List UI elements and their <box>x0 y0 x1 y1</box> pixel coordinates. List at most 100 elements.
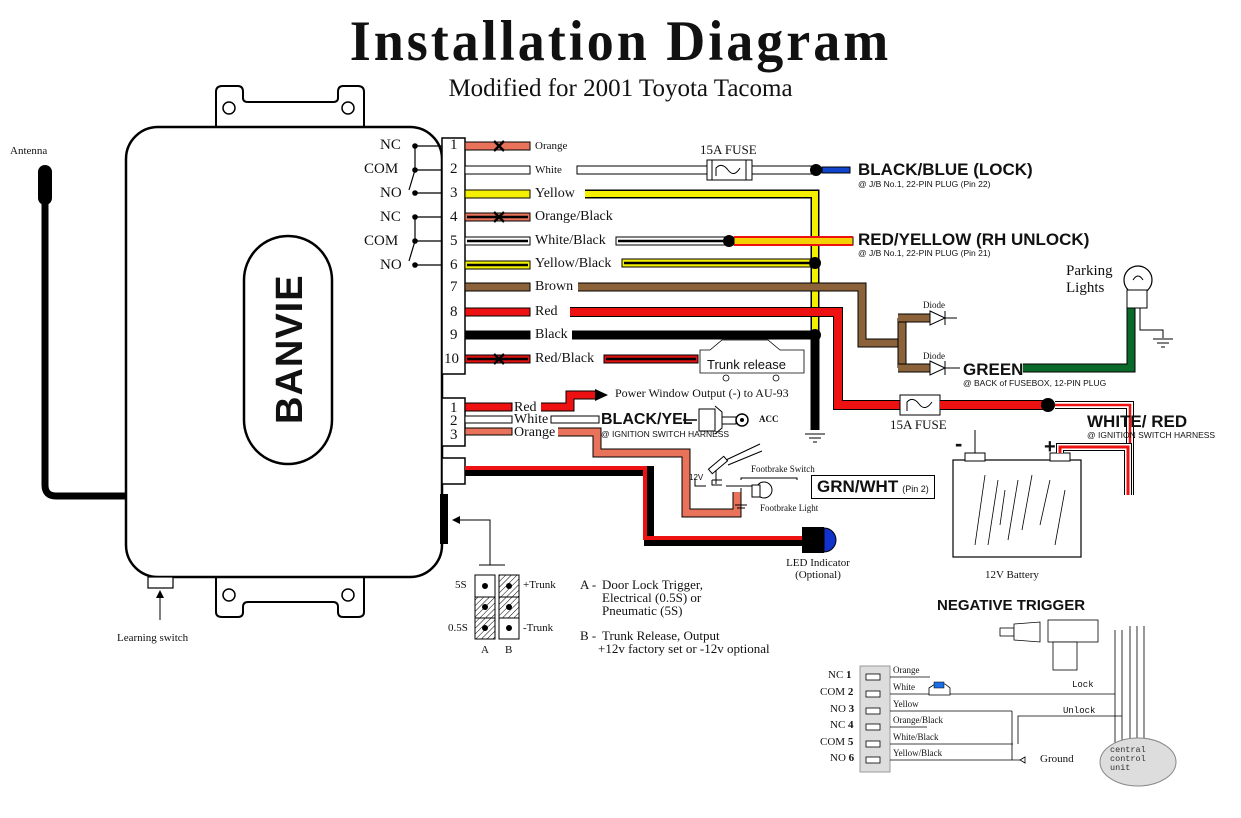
relay-label: NC <box>380 209 401 225</box>
led-indicator-icon <box>802 527 837 553</box>
wire-label: White <box>535 164 562 176</box>
led-label: LED Indicator <box>786 557 850 569</box>
jumper-note-b-key: B - <box>580 628 597 643</box>
pin-number: 10 <box>444 351 459 367</box>
antenna-icon <box>38 165 127 500</box>
acc-wire-note: @ IGNITION SWITCH HARNESS <box>601 429 730 439</box>
nt-row: COM 5 <box>820 736 854 748</box>
diode-label: Diode <box>923 351 945 361</box>
nt-lock-label: Lock <box>1072 680 1094 690</box>
pin-stubs <box>464 141 531 364</box>
acc-key-label: ACC <box>759 414 779 424</box>
nt-wire-label: Orange/Black <box>893 715 943 725</box>
white-black-wire <box>615 235 854 247</box>
battery-label: 12V Battery <box>985 569 1039 581</box>
wire-label: Red/Black <box>535 351 595 366</box>
page-subtitle: Modified for 2001 Toyota Tacoma <box>448 75 793 102</box>
led-wire <box>465 466 802 546</box>
lock-wire-note: @ J/B No.1, 22-PIN PLUG (Pin 22) <box>858 179 991 189</box>
learning-switch-label: Learning switch <box>117 632 189 644</box>
jumper-col-label: A <box>481 644 489 656</box>
green-wire <box>1023 308 1136 373</box>
footbrake-switch-label: Footbrake Switch <box>751 464 815 474</box>
jumper-col-label: B <box>505 644 513 656</box>
relay-label: NC <box>380 137 401 153</box>
green-wire-label: GREEN <box>963 360 1024 379</box>
fuse-label: 15A FUSE <box>700 142 757 157</box>
relay-label: NO <box>380 257 402 273</box>
nt-wire-label: White/Black <box>893 732 939 742</box>
wire-label: Red <box>535 304 558 319</box>
nt-row: NO 6 <box>830 752 855 764</box>
pin-number: 1 <box>450 137 458 153</box>
battery-neg: - <box>955 431 963 456</box>
pin-number: 5 <box>450 233 458 249</box>
jumper-row-label: 0.5S <box>448 622 468 634</box>
relay-label: COM <box>364 233 399 249</box>
jumper-note-a-key: A - <box>580 577 597 592</box>
led-connector <box>441 457 466 485</box>
power-wire-label: WHITE/ RED <box>1087 412 1188 431</box>
nt-row: COM 2 <box>820 686 854 698</box>
jumper-right-label: +Trunk <box>523 579 556 591</box>
footbrake-light-label: Footbrake Light <box>760 503 819 513</box>
12v-label: 12V <box>689 473 704 482</box>
jumper-row-label: 5S <box>455 579 467 591</box>
pin-number: 2 <box>450 161 458 177</box>
pin-number: 8 <box>450 304 458 320</box>
nt-wire-label: Yellow <box>893 699 919 709</box>
jumper-note-b-line: +12v factory set or -12v optional <box>598 641 770 656</box>
wire-label: Yellow <box>535 186 575 201</box>
nt-row: NC 1 <box>828 669 852 681</box>
pin-number: 3 <box>450 427 458 443</box>
pin-number: 4 <box>450 209 458 225</box>
grn-wht-label: GRN/WHT <box>817 477 899 496</box>
brand-logo: BANVIE <box>269 274 311 424</box>
grn-wht-box: GRN/WHT (Pin 2) <box>811 475 935 499</box>
wire-label: Yellow/Black <box>535 256 612 271</box>
parking-lights-label: Parking Lights <box>1066 263 1113 297</box>
nt-row: NO 3 <box>830 703 855 715</box>
led-sub-label: (Optional) <box>795 569 841 581</box>
fuse-label: 15A FUSE <box>890 417 947 432</box>
wire-label: Orange <box>535 140 568 152</box>
green-wire-note: @ BACK of FUSEBOX, 12-PIN PLUG <box>963 378 1107 388</box>
power-wire-note: @ IGNITION SWITCH HARNESS <box>1087 430 1216 440</box>
trunk-release-label: Trunk release <box>707 357 786 372</box>
footbrake-switch-icon <box>694 443 798 509</box>
wire-label: Orange/Black <box>535 209 613 224</box>
lock-wire-label: BLACK/BLUE (LOCK) <box>858 160 1033 179</box>
battery-pos: + <box>1044 436 1056 458</box>
lock-wire <box>576 159 851 181</box>
jumper-block <box>452 516 520 640</box>
relay-label: COM <box>364 161 399 177</box>
acc-wire-label: BLACK/YEL <box>601 411 693 428</box>
pin-number: 6 <box>450 257 458 273</box>
page-title: Installation Diagram <box>349 9 892 73</box>
nt-row: NC 4 <box>830 719 854 731</box>
wire-label: Black <box>535 327 568 342</box>
small-connector-wires <box>464 389 742 518</box>
negative-trigger-title: NEGATIVE TRIGGER <box>937 597 1086 614</box>
pin-number: 9 <box>450 327 458 343</box>
pin-number: 3 <box>450 185 458 201</box>
relay-label: NO <box>380 185 402 201</box>
nt-wire-label: White <box>893 682 915 692</box>
diode-label: Diode <box>923 300 945 310</box>
pin-number: 7 <box>450 279 458 295</box>
central-control-unit: central control unit <box>1110 745 1146 773</box>
jumper-slot <box>440 494 448 544</box>
grn-wht-pin: (Pin 2) <box>902 484 929 494</box>
jumper-right-label: -Trunk <box>523 622 554 634</box>
unlock-wire-label: RED/YELLOW (RH UNLOCK) <box>858 230 1090 249</box>
nt-wire-label: Yellow/Black <box>893 748 943 758</box>
battery-icon <box>952 430 1132 558</box>
wiring-diagram <box>38 85 1177 787</box>
nt-ground-label: Ground <box>1040 753 1074 765</box>
jumper-note-a-line: Pneumatic (5S) <box>602 603 683 618</box>
wire-label: Orange <box>514 425 556 440</box>
nt-wire-label: Orange <box>893 665 920 675</box>
wire-label: Brown <box>535 279 574 294</box>
nt-unlock-label: Unlock <box>1063 706 1096 716</box>
antenna-label: Antenna <box>10 145 48 157</box>
